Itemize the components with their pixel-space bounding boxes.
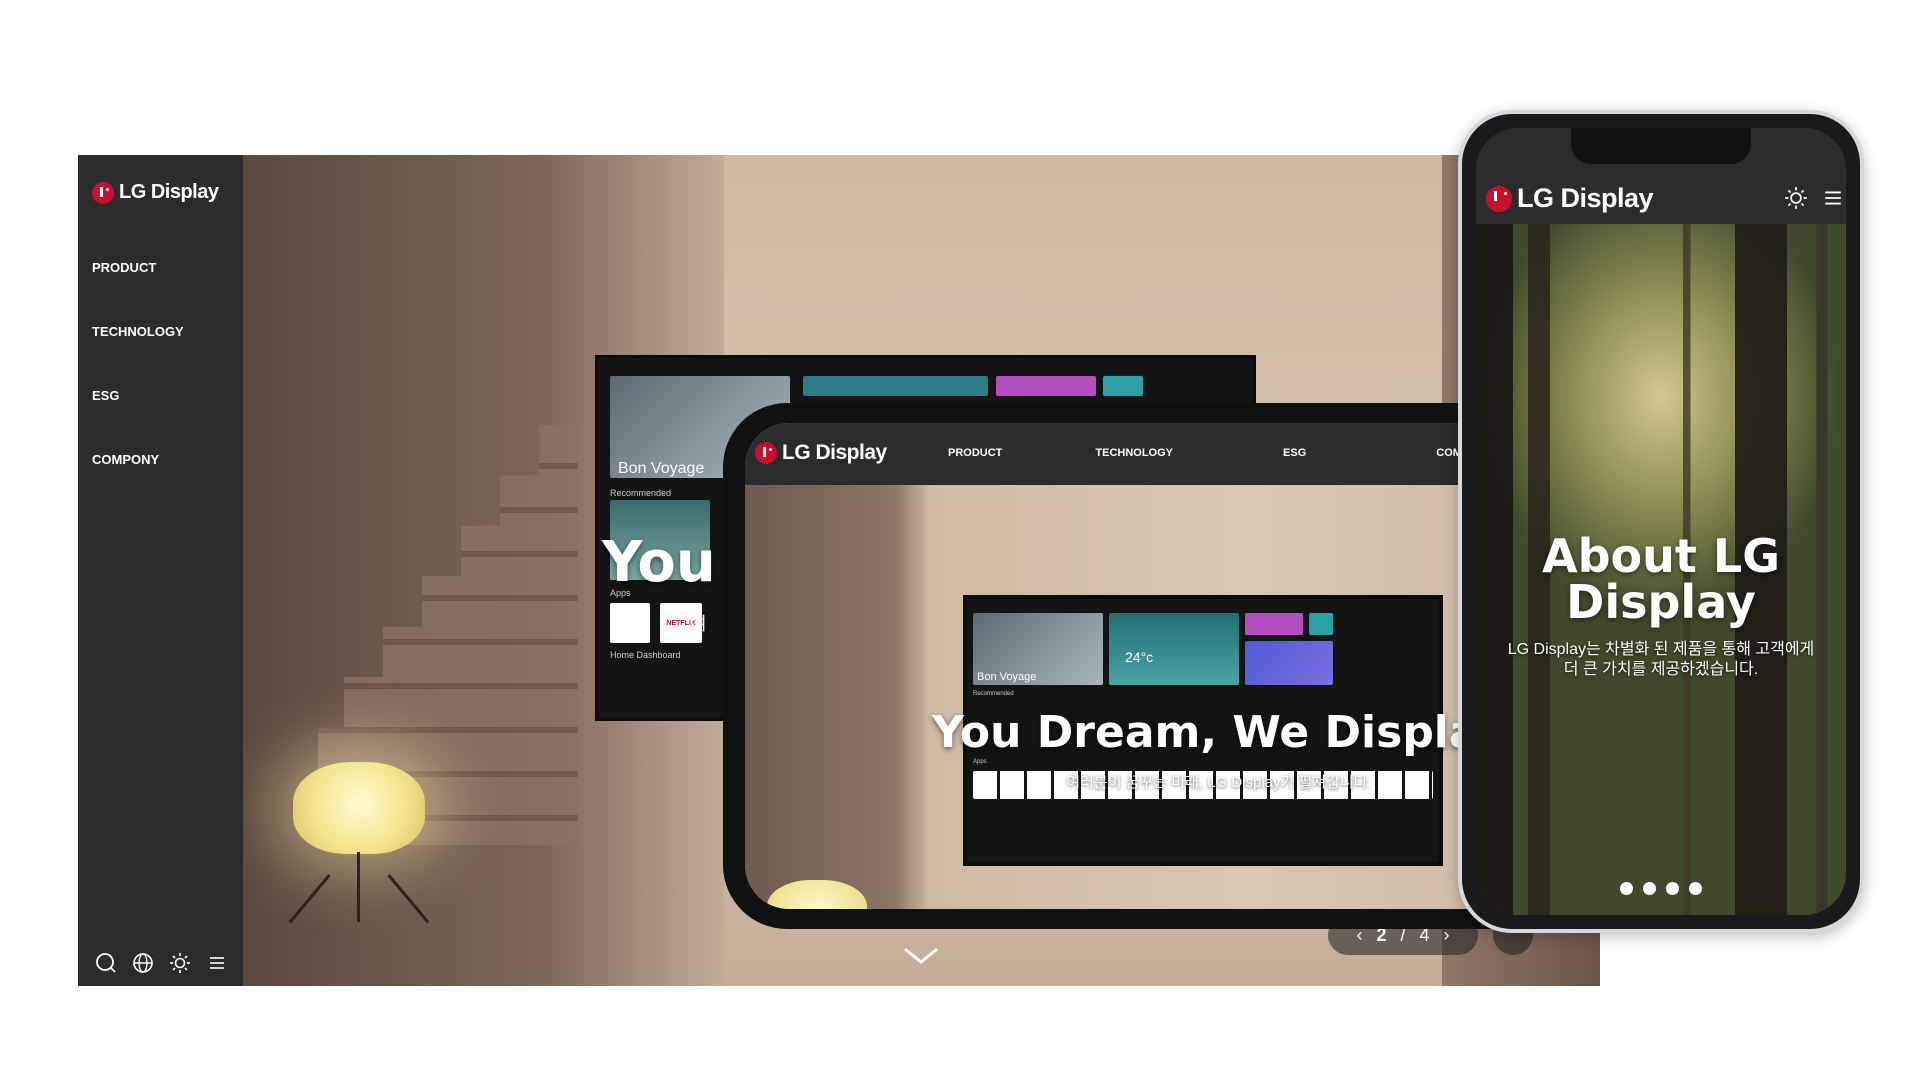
tv-tile-profile — [1245, 613, 1303, 635]
tv-temperature: 24°c — [1125, 649, 1154, 665]
logo-text: LG Display — [1517, 183, 1654, 213]
tv-section-label: Recommended — [973, 691, 1014, 697]
nav-item-esg[interactable]: ESG — [92, 387, 184, 451]
lg-logo-icon — [1486, 185, 1512, 212]
tv-tile-live — [1245, 641, 1333, 685]
slide-dot[interactable] — [1643, 882, 1656, 895]
tv-tile-caption: Bon Voyage — [977, 671, 1037, 683]
nav-item-product[interactable]: PRODUCT — [92, 259, 184, 323]
lg-logo-icon — [92, 181, 114, 204]
sidebar-utility-icons — [92, 949, 230, 976]
nav-item-technology[interactable]: TECHNOLOGY — [92, 323, 184, 387]
globe-icon[interactable] — [129, 949, 156, 976]
tv-section-label: Recommended — [610, 488, 672, 498]
lamp-image — [293, 762, 425, 854]
tv-tile-profile — [996, 376, 1096, 396]
lg-display-logo[interactable]: LG Display — [92, 181, 219, 204]
nav-item-product[interactable]: PRODUCT — [948, 447, 1002, 459]
nav-item-technology[interactable]: TECHNOLOGY — [1095, 447, 1173, 459]
lg-logo-icon — [755, 442, 777, 464]
menu-icon[interactable] — [1819, 184, 1846, 211]
search-icon[interactable] — [92, 949, 119, 976]
logo-text: LG Display — [119, 181, 219, 203]
app-tile — [610, 603, 650, 643]
tablet-nav: PRODUCT TECHNOLOGY ESG COM — [948, 447, 1462, 459]
slide-dot[interactable] — [1620, 882, 1633, 895]
sidebar: LG Display PRODUCT TECHNOLOGY ESG COMPON… — [78, 155, 243, 986]
tablet-mockup: LG Display PRODUCT TECHNOLOGY ESG COM Bo… — [723, 403, 1583, 929]
slide-dot[interactable] — [1666, 882, 1679, 895]
lamp-image — [767, 880, 867, 909]
nav-item-company[interactable]: COMPONY — [92, 451, 184, 515]
scroll-down-chevron-icon[interactable] — [903, 947, 939, 970]
lg-display-logo[interactable]: LG Display — [1486, 183, 1654, 214]
tv-section-label: Home Dashboard — [610, 650, 681, 660]
phone-screen: LG Display About LG Display LG Display는 … — [1476, 128, 1846, 915]
tv-tile-search — [1309, 613, 1333, 635]
phone-mockup: LG Display About LG Display LG Display는 … — [1458, 110, 1864, 933]
slide-indicator — [1476, 882, 1846, 895]
phone-hero-subtitle: LG Display는 차별화 된 제품을 통해 고객에게 더 큰 가치를 제공… — [1507, 641, 1815, 678]
phone-header-icons — [1782, 184, 1846, 211]
menu-icon[interactable] — [203, 949, 230, 976]
logo-text: LG Display — [782, 441, 887, 464]
sun-icon[interactable] — [1782, 184, 1809, 211]
sun-icon[interactable] — [166, 949, 193, 976]
tv-section-label: Apps — [973, 759, 987, 765]
nav-item-esg[interactable]: ESG — [1283, 447, 1306, 459]
tv-tile-caption: Bon Voyage — [618, 460, 705, 477]
lamp-stand — [357, 852, 360, 922]
slide-dot[interactable] — [1689, 882, 1702, 895]
main-nav: PRODUCT TECHNOLOGY ESG COMPONY — [92, 259, 184, 515]
phone-notch — [1571, 128, 1751, 164]
hero-subtitle-partial: 여 — [690, 614, 707, 634]
tv-tile-weather — [803, 376, 988, 396]
phone-hero-title: About LG Display — [1542, 529, 1780, 629]
tv-tile-search — [1103, 376, 1143, 396]
lg-display-logo[interactable]: LG Display — [755, 441, 887, 465]
